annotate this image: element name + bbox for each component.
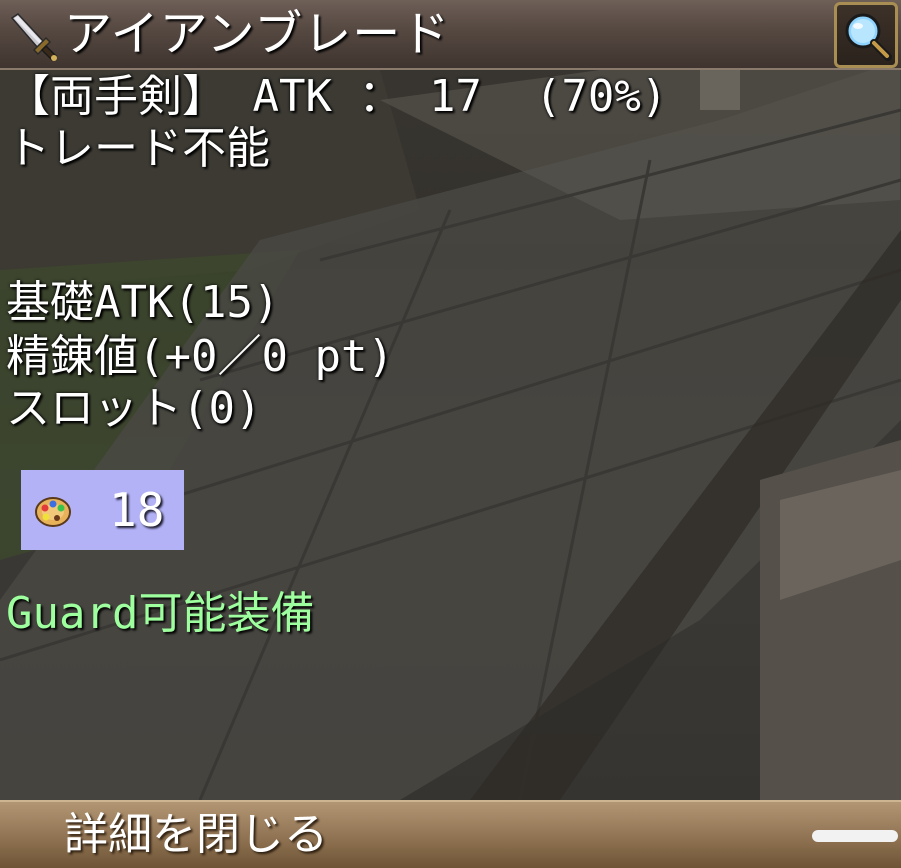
magnifier-button[interactable] xyxy=(834,2,898,68)
magnifier-icon xyxy=(845,13,892,61)
stat-value: 18 xyxy=(109,483,165,537)
weapon-type-atk: 【両手剣】 ATK ： 17 (70%) xyxy=(6,71,668,122)
guard-equip-note: Guard可能装備 xyxy=(6,588,315,639)
close-details-label: 詳細を閉じる xyxy=(64,809,328,860)
trade-status: トレード不能 xyxy=(6,123,270,174)
scroll-handle[interactable] xyxy=(812,830,898,842)
refine-value: 精錬値(+0／0 pt) xyxy=(6,331,394,382)
dagger-icon xyxy=(10,13,58,62)
palette-icon xyxy=(35,497,71,527)
item-name: アイアンブレード xyxy=(64,6,451,62)
slot-count: スロット(0) xyxy=(6,383,262,434)
close-details-button[interactable]: 詳細を閉じる xyxy=(0,800,901,868)
base-atk: 基礎ATK(15) xyxy=(6,277,280,328)
stat-box: 18 xyxy=(21,470,184,550)
title-bar: アイアンブレード xyxy=(0,0,901,70)
